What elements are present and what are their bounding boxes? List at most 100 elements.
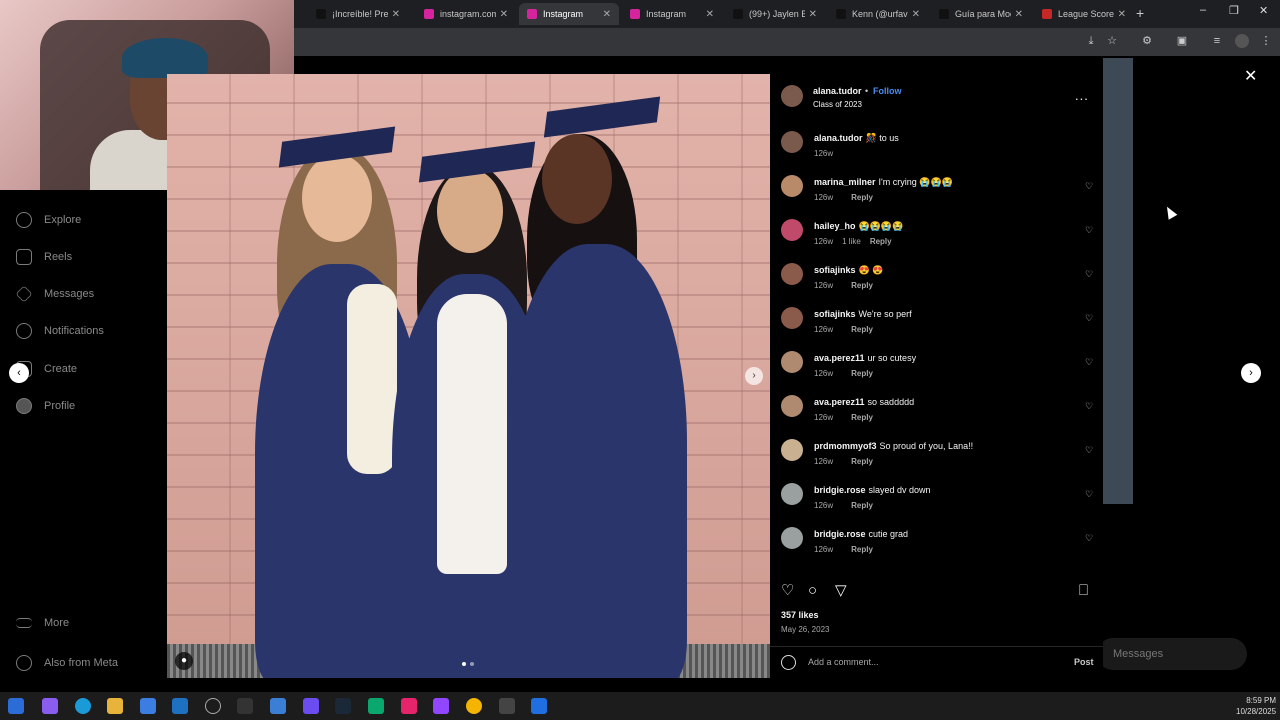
more-options-icon[interactable]: ... bbox=[1075, 88, 1089, 103]
comment-username[interactable]: ava.perez11 bbox=[814, 353, 865, 363]
xbox-icon[interactable] bbox=[205, 698, 221, 714]
comment-like-heart-icon[interactable]: ♡ bbox=[1085, 269, 1095, 279]
prev-post-button[interactable]: ‹ bbox=[9, 363, 29, 383]
commenter-avatar[interactable] bbox=[781, 351, 803, 373]
close-window-button[interactable]: ✕ bbox=[1259, 4, 1268, 17]
commenter-avatar[interactable] bbox=[781, 219, 803, 241]
close-tab-icon[interactable]: ✕ bbox=[1118, 9, 1126, 20]
user-tag-icon[interactable]: ● bbox=[175, 652, 193, 670]
like-heart-icon[interactable]: ♡ bbox=[781, 583, 794, 599]
follow-button[interactable]: Follow bbox=[873, 86, 902, 96]
tab-8[interactable]: League Scoreb ✕ bbox=[1034, 3, 1134, 25]
chrome-icon[interactable] bbox=[466, 698, 482, 714]
close-tab-icon[interactable]: ✕ bbox=[500, 9, 508, 20]
commenter-avatar[interactable] bbox=[781, 395, 803, 417]
tab-1[interactable]: ¡Increíble! Preg ✕ bbox=[308, 3, 408, 25]
close-tab-icon[interactable]: ✕ bbox=[392, 9, 400, 20]
tab-2[interactable]: instagram.com/ ✕ bbox=[416, 3, 516, 25]
twitch-icon[interactable] bbox=[433, 698, 449, 714]
sidebar-item-notifications[interactable]: Notifications bbox=[16, 323, 104, 339]
comment-username[interactable]: ava.perez11 bbox=[814, 397, 865, 407]
commenter-avatar[interactable] bbox=[781, 175, 803, 197]
reply-button[interactable]: Reply bbox=[851, 281, 873, 290]
windows-start-icon[interactable] bbox=[8, 698, 24, 714]
comment-like-heart-icon[interactable]: ♡ bbox=[1085, 489, 1095, 499]
reply-button[interactable]: Reply bbox=[851, 457, 873, 466]
tf-icon[interactable] bbox=[499, 698, 515, 714]
messages-pill[interactable]: Messages bbox=[1097, 638, 1247, 670]
reply-button[interactable]: Reply bbox=[851, 369, 873, 378]
share-icon[interactable]: ▽ bbox=[835, 583, 847, 599]
carousel-next-icon[interactable]: › bbox=[745, 367, 763, 385]
comment-username[interactable]: bridgie.rose bbox=[814, 529, 866, 539]
next-post-button[interactable]: › bbox=[1241, 363, 1261, 383]
reply-button[interactable]: Reply bbox=[851, 193, 873, 202]
edge-icon[interactable] bbox=[75, 698, 91, 714]
media-icon[interactable]: ≡ bbox=[1210, 34, 1224, 48]
sidebar-item-messages[interactable]: Messages bbox=[15, 285, 94, 303]
comment-likes[interactable]: 1 like bbox=[842, 237, 861, 246]
comment-username[interactable]: hailey_ho bbox=[814, 221, 856, 231]
sidebar-item-more[interactable]: More bbox=[16, 617, 69, 629]
close-modal-icon[interactable]: ✕ bbox=[1244, 66, 1257, 86]
post-photo[interactable]: › ● bbox=[167, 74, 770, 678]
sidebar-item-meta[interactable]: Also from Meta bbox=[16, 655, 118, 671]
comment-like-heart-icon[interactable]: ♡ bbox=[1085, 313, 1095, 323]
comment-like-heart-icon[interactable]: ♡ bbox=[1085, 181, 1095, 191]
maximize-button[interactable]: ❐ bbox=[1229, 4, 1239, 17]
minimize-button[interactable]: – bbox=[1200, 4, 1206, 16]
comment-like-heart-icon[interactable]: ♡ bbox=[1085, 445, 1095, 455]
comment-username[interactable]: prdmommyof3 bbox=[814, 441, 877, 451]
commenter-avatar[interactable] bbox=[781, 307, 803, 329]
likes-count[interactable]: 357 likes bbox=[781, 610, 819, 620]
epic-games-icon[interactable] bbox=[237, 698, 253, 714]
reply-button[interactable]: Reply bbox=[851, 545, 873, 554]
author-avatar[interactable] bbox=[781, 131, 803, 153]
tab-7[interactable]: Guía para Moda ✕ bbox=[931, 3, 1031, 25]
game-bar-icon[interactable] bbox=[368, 698, 384, 714]
comment-icon[interactable]: ○ bbox=[808, 583, 817, 599]
author-avatar[interactable] bbox=[781, 85, 803, 107]
sidebar-item-reels[interactable]: Reels bbox=[16, 249, 72, 265]
reply-button[interactable]: Reply bbox=[870, 237, 892, 246]
commenter-avatar[interactable] bbox=[781, 263, 803, 285]
store-icon[interactable] bbox=[140, 698, 156, 714]
sidebar-item-explore[interactable]: Explore bbox=[16, 212, 81, 228]
tab-4[interactable]: Instagram ✕ bbox=[622, 3, 722, 25]
sidepanel-icon[interactable]: ▣ bbox=[1175, 34, 1189, 48]
copilot-icon[interactable] bbox=[42, 698, 58, 714]
sidebar-item-profile[interactable]: Profile bbox=[16, 398, 75, 414]
reply-button[interactable]: Reply bbox=[851, 413, 873, 422]
save-bookmark-icon[interactable]: ⎕ bbox=[1079, 583, 1088, 599]
comment-username[interactable]: bridgie.rose bbox=[814, 485, 866, 495]
commenter-avatar[interactable] bbox=[781, 527, 803, 549]
close-tab-icon[interactable]: ✕ bbox=[1015, 9, 1023, 20]
new-tab-button[interactable]: + bbox=[1136, 5, 1144, 21]
install-icon[interactable]: ⤓ bbox=[1084, 34, 1098, 48]
commenter-avatar[interactable] bbox=[781, 483, 803, 505]
kebab-menu-icon[interactable]: ⋮ bbox=[1259, 34, 1273, 48]
close-tab-icon[interactable]: ✕ bbox=[912, 9, 920, 20]
tiktok-taskbar-icon[interactable] bbox=[401, 698, 417, 714]
post-comment-button[interactable]: Post bbox=[1074, 657, 1094, 667]
comment-like-heart-icon[interactable]: ♡ bbox=[1085, 225, 1095, 235]
comment-like-heart-icon[interactable]: ♡ bbox=[1085, 401, 1095, 411]
discord-icon[interactable] bbox=[303, 698, 319, 714]
comment-username[interactable]: marina_milner bbox=[814, 177, 876, 187]
reply-button[interactable]: Reply bbox=[851, 501, 873, 510]
comment-input[interactable]: Add a comment... bbox=[808, 657, 879, 667]
file-explorer-icon[interactable] bbox=[107, 698, 123, 714]
reply-button[interactable]: Reply bbox=[851, 325, 873, 334]
app-icon[interactable] bbox=[270, 698, 286, 714]
tab-3-active[interactable]: Instagram ✕ bbox=[519, 3, 619, 25]
comment-username[interactable]: alana.tudor bbox=[814, 133, 863, 143]
profile-avatar-icon[interactable] bbox=[1235, 34, 1249, 48]
close-tab-icon[interactable]: ✕ bbox=[603, 9, 611, 20]
comment-like-heart-icon[interactable]: ♡ bbox=[1085, 533, 1095, 543]
close-tab-icon[interactable]: ✕ bbox=[809, 9, 817, 20]
bookmark-star-icon[interactable]: ☆ bbox=[1105, 34, 1119, 48]
comment-like-heart-icon[interactable]: ♡ bbox=[1085, 357, 1095, 367]
author-username[interactable]: alana.tudor bbox=[813, 86, 862, 96]
extensions-icon[interactable]: ⚙ bbox=[1140, 34, 1154, 48]
commenter-avatar[interactable] bbox=[781, 439, 803, 461]
